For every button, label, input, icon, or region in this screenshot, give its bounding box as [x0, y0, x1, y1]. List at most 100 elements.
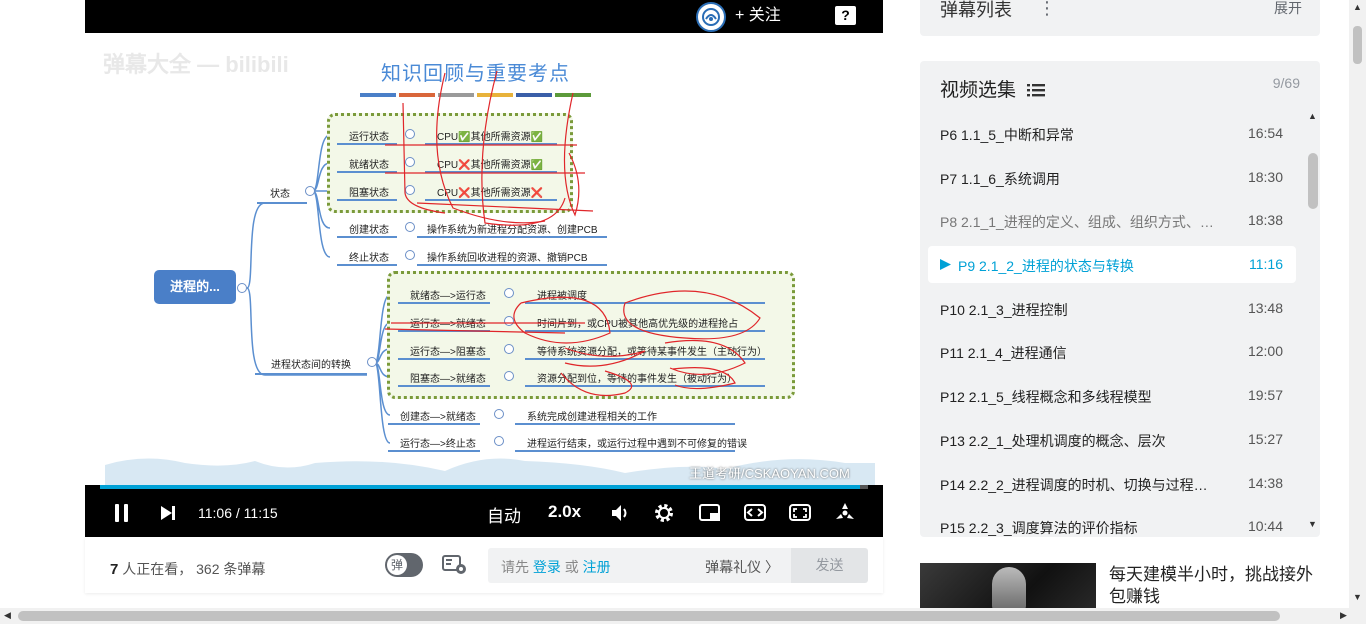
- episode-item[interactable]: P7 1.1_6_系统调用 18:30: [928, 159, 1296, 196]
- episode-item[interactable]: P14 2.2_2_进程调度的时机、切换与过程、方式 14:38: [928, 465, 1296, 502]
- transition-name: 运行态—>就绪态: [410, 319, 486, 330]
- player-top-bar: + 关注 ?: [85, 0, 883, 33]
- speed-button[interactable]: 2.0x: [548, 502, 581, 522]
- episode-panel: 视频选集 9/69 P6 1.1_5_中断和异常 16:54 P7 1.1_6_…: [920, 61, 1320, 537]
- episode-duration: 12:00: [1247, 343, 1283, 360]
- danmaku-etiquette-link[interactable]: 弹幕礼仪 〉: [705, 557, 779, 577]
- episode-title: P6 1.1_5_中断和异常: [940, 127, 1074, 143]
- episode-scrollbar[interactable]: ▲ ▼: [1306, 111, 1318, 533]
- widescreen-icon[interactable]: [743, 502, 767, 524]
- episode-item[interactable]: P13 2.2_1_处理机调度的概念、层次 15:27: [928, 421, 1296, 458]
- collapse-icon: [405, 222, 415, 232]
- page-hscroll-thumb[interactable]: [18, 611, 1280, 621]
- episode-scroll-thumb[interactable]: [1308, 153, 1318, 209]
- collapse-icon: [367, 357, 377, 367]
- danmaku-settings-icon[interactable]: [442, 554, 468, 581]
- collapse-icon: [405, 157, 415, 167]
- slide-color-bar: [360, 93, 396, 97]
- page-horizontal-scrollbar[interactable]: ◀ ▶: [0, 608, 1366, 624]
- scroll-down-arrow[interactable]: ▼: [1353, 592, 1362, 602]
- state-desc: CPU❌其他所需资源✅: [437, 160, 544, 171]
- expand-button[interactable]: 展开: [1274, 0, 1302, 18]
- episode-item[interactable]: P6 1.1_5_中断和异常 16:54: [928, 115, 1296, 152]
- recommend-thumbnail[interactable]: [920, 563, 1096, 613]
- next-icon[interactable]: [159, 504, 177, 522]
- collapse-icon: [504, 316, 514, 326]
- state-desc: CPU✅其他所需资源✅: [437, 132, 544, 143]
- episode-item[interactable]: P12 2.1_5_线程概念和多线程模型 19:57: [928, 377, 1296, 414]
- page-vertical-scrollbar[interactable]: ▲ ▼: [1349, 0, 1366, 608]
- scroll-up-arrow[interactable]: ▲: [1353, 2, 1362, 12]
- episode-item[interactable]: P11 2.1_4_进程通信 12:00: [928, 333, 1296, 370]
- slide-color-bars: [360, 93, 591, 97]
- recommend-card[interactable]: 每天建模半小时，挑战接外包赚钱: [920, 563, 1340, 613]
- time-display: 11:06 / 11:15: [198, 505, 278, 521]
- collapse-icon: [504, 371, 514, 381]
- control-bar: 11:06 / 11:15 自动 2.0x: [85, 485, 883, 537]
- send-button[interactable]: 发送: [791, 548, 868, 583]
- transition-desc: 进程被调度: [537, 291, 587, 302]
- episode-duration: 15:27: [1247, 430, 1283, 447]
- episode-title: P13 2.2_1_处理机调度的概念、层次: [940, 432, 1166, 449]
- pause-icon[interactable]: [112, 503, 132, 523]
- progress-bar[interactable]: [100, 485, 868, 489]
- list-view-icon[interactable]: [1027, 83, 1046, 97]
- progress-fill: [100, 485, 861, 489]
- episode-duration: 10:44: [1247, 518, 1283, 535]
- scroll-down-arrow[interactable]: ▼: [1308, 519, 1317, 529]
- episode-title: P9 2.1_2_进程的状态与转换: [958, 258, 1134, 275]
- collapse-icon: [504, 344, 514, 354]
- episode-title: P12 2.1_5_线程概念和多线程模型: [940, 389, 1152, 406]
- transition-branch-label: 进程状态间的转换: [271, 360, 351, 371]
- episode-item[interactable]: P15 2.2_3_调度算法的评价指标 10:44: [928, 508, 1296, 537]
- scroll-right-arrow[interactable]: ▶: [1340, 610, 1347, 621]
- volume-icon[interactable]: [609, 502, 631, 524]
- register-link[interactable]: 注册: [583, 559, 611, 575]
- page-scroll-thumb[interactable]: [1353, 26, 1362, 64]
- episode-item[interactable]: P9 2.1_2_进程的状态与转换 11:16: [928, 246, 1296, 284]
- state-name: 阻塞状态: [349, 188, 389, 199]
- collapse-icon: [405, 185, 415, 195]
- scroll-left-arrow[interactable]: ◀: [4, 610, 11, 621]
- transition-name: 创建态—>就绪态: [400, 412, 476, 423]
- collapse-icon: [305, 186, 315, 196]
- transition-desc: 资源分配到位，等待的事件发生（被动行为）: [537, 374, 737, 385]
- settings-gear-icon[interactable]: [653, 502, 675, 524]
- collapse-icon: [494, 436, 504, 446]
- state-name: 终止状态: [349, 253, 389, 264]
- episode-item[interactable]: P8 2.1_1_进程的定义、组成、组织方式、特征 18:38: [928, 202, 1296, 239]
- collapse-icon: [405, 129, 415, 139]
- video-frame[interactable]: 弹幕大全 — bilibili 知识回顾与重要考点 进程的... 状态 运行状态…: [85, 33, 883, 485]
- transition-desc: 等待系统资源分配，或等待某事件发生（主动行为）: [537, 347, 767, 358]
- episode-panel-title: 视频选集: [940, 75, 1046, 102]
- login-link[interactable]: 登录: [533, 559, 561, 575]
- help-icon[interactable]: ?: [835, 6, 856, 25]
- episode-duration: 18:30: [1247, 168, 1283, 185]
- episode-item[interactable]: P10 2.1_3_进程控制 13:48: [928, 290, 1296, 327]
- episode-title: P15 2.2_3_调度算法的评价指标: [940, 520, 1138, 537]
- recommend-title[interactable]: 每天建模半小时，挑战接外包赚钱: [1109, 564, 1329, 608]
- follow-button[interactable]: + 关注: [735, 6, 781, 26]
- transition-desc: 时间片到，或CPU被其他高优先级的进程抢占: [537, 319, 739, 330]
- scroll-up-arrow[interactable]: ▲: [1308, 111, 1317, 121]
- uploader-logo-icon: [702, 8, 720, 26]
- state-name: 创建状态: [349, 225, 389, 236]
- viewers-text: 人正在看，: [118, 561, 193, 577]
- video-player[interactable]: + 关注 ? 弹幕大全 — bilibili 知识回顾与重要考点 进程的... …: [85, 0, 883, 537]
- transition-name: 阻塞态—>就绪态: [410, 374, 486, 385]
- now-playing-icon: [940, 259, 951, 271]
- danmaku-input[interactable]: 请先 登录 或 注册 弹幕礼仪 〉: [488, 548, 791, 583]
- time-current: 11:06: [198, 505, 232, 521]
- picture-in-picture-icon[interactable]: [698, 502, 722, 524]
- state-name: 就绪状态: [349, 160, 389, 171]
- site-watermark: 王道考研/CSKAOYAN.COM: [689, 466, 850, 481]
- more-options-icon[interactable]: ⋮: [1038, 0, 1056, 19]
- web-fullscreen-icon[interactable]: [788, 502, 812, 524]
- episode-duration: 16:54: [1247, 125, 1283, 141]
- quality-button[interactable]: 自动: [487, 502, 521, 527]
- fullscreen-icon[interactable]: [833, 501, 857, 525]
- uploader-avatar[interactable]: [696, 2, 726, 32]
- collapse-icon: [504, 288, 514, 298]
- danmaku-toggle[interactable]: 弹: [385, 553, 423, 577]
- collapse-icon: [494, 409, 504, 419]
